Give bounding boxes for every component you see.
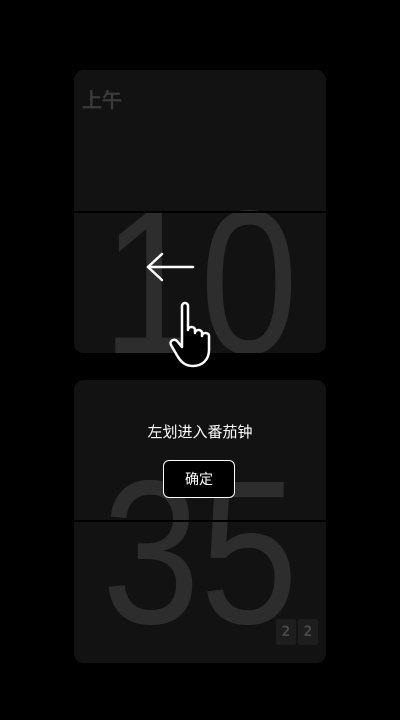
seconds-tens: 2 <box>276 619 296 645</box>
swipe-hint-text: 左划进入番茄钟 <box>147 423 253 441</box>
minute-card-divider <box>74 520 326 522</box>
ampm-label: 上午 <box>82 88 122 112</box>
seconds-display: 2 2 <box>276 619 318 645</box>
flip-clock-screen: 上午 10 35 2 2 左划进入番茄钟 确定 <box>0 0 400 720</box>
pointing-hand-icon <box>169 301 211 368</box>
left-arrow-icon <box>146 252 195 282</box>
seconds-ones: 2 <box>298 619 318 645</box>
hour-card-divider <box>74 211 326 213</box>
confirm-button[interactable]: 确定 <box>163 460 235 498</box>
